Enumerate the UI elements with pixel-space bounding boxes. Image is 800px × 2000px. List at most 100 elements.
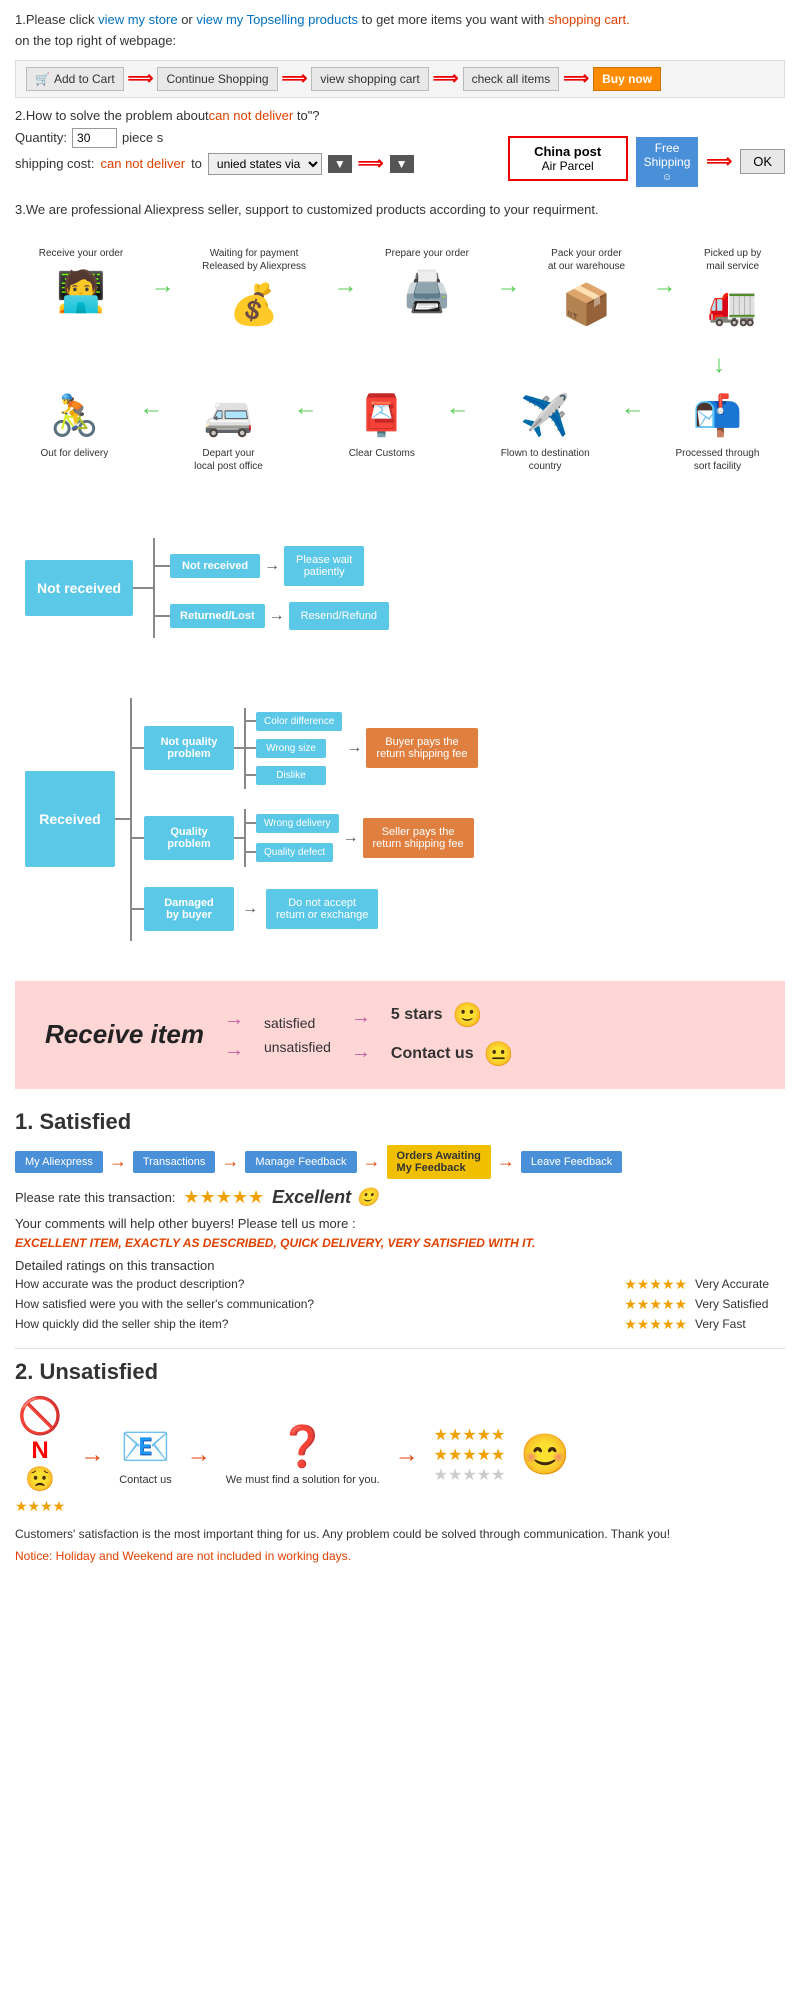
s1-line2: on the top right of webpage: xyxy=(15,31,785,52)
fb-arrow4: → xyxy=(497,1151,515,1172)
section2: 2.How to solve the problem aboutcan not … xyxy=(15,108,785,187)
proc-label-3: Prepare your order xyxy=(385,247,469,260)
divider xyxy=(15,1348,785,1349)
received-chart: Received Not qualityproblem Color differ… xyxy=(15,678,785,961)
proc-sort: 📬 Processed throughsort facility xyxy=(670,379,764,478)
rating-stars-3: ★★★★★ xyxy=(624,1316,687,1333)
proc-icon-3: 🖨️ xyxy=(402,268,452,315)
fb-leave-feedback[interactable]: Leave Feedback xyxy=(521,1151,622,1173)
qty-input[interactable] xyxy=(72,128,117,148)
wrong-delivery: Wrong delivery xyxy=(256,814,339,833)
shipping-select[interactable]: unied states via xyxy=(208,153,322,175)
unsat-arrow3: → xyxy=(395,1441,419,1469)
not-received-sub1: Not received xyxy=(170,554,260,578)
proc-label-7: Depart yourlocal post office xyxy=(194,447,263,473)
rec-b2-sub: Wrong delivery Quality defect xyxy=(244,809,339,867)
proc-receive-order: Receive your order 🧑‍💻 xyxy=(34,242,128,328)
pink-unsatisfied-row: unsatisfied xyxy=(264,1039,331,1055)
result-arrow1: → xyxy=(351,1006,371,1029)
rec-damaged: Damagedby buyer xyxy=(144,887,234,931)
s3-text: 3.We are professional Aliexpress seller,… xyxy=(15,202,785,217)
satisfied-section: 1. Satisfied My Aliexpress → Transaction… xyxy=(15,1109,785,1333)
fb-transactions[interactable]: Transactions xyxy=(133,1151,216,1173)
dropdown-icon[interactable]: ▼ xyxy=(328,155,352,173)
fb-manage-feedback[interactable]: Manage Feedback xyxy=(245,1151,356,1173)
dropdown-icon2[interactable]: ▼ xyxy=(390,155,414,173)
arrow-cell-6: ← xyxy=(294,379,318,422)
no-return: Do not acceptreturn or exchange xyxy=(266,889,378,929)
nr-result2: Resend/Refund xyxy=(289,602,389,630)
proc-icon-2: 💰 xyxy=(229,281,279,328)
stars-row1: ★★★★★ xyxy=(434,1425,506,1445)
link-store[interactable]: view my store xyxy=(98,12,177,27)
excellent-item: EXCELLENT ITEM, EXACTLY AS DESCRIBED, QU… xyxy=(15,1236,785,1250)
arrow-cell-7: ← xyxy=(446,379,470,422)
arrow-cell-8: ← xyxy=(621,379,645,422)
arrow1: ⟹ xyxy=(128,68,154,89)
add-to-cart-btn[interactable]: 🛒 Add to Cart xyxy=(26,67,124,91)
unsatisfied-section: 2. Unsatisfied 🚫 N 😟 ★★★★ → 📧 Contact us… xyxy=(15,1359,785,1563)
free-shipping-box: FreeShipping☺ xyxy=(636,137,699,187)
shipping-row: Quantity: piece s shipping cost: can not… xyxy=(15,123,785,187)
proc-label-10: Processed throughsort facility xyxy=(675,447,759,473)
link-topselling[interactable]: view my Topselling products xyxy=(196,12,358,27)
email-item: 📧 Contact us xyxy=(119,1423,172,1486)
arrow-cell-2: → xyxy=(334,242,358,300)
question-icon: ❓ xyxy=(278,1423,328,1470)
cant-deliver2: can not deliver xyxy=(101,156,186,171)
proc-label-9: Flown to destinationcountry xyxy=(501,447,590,473)
contact-label: Contact us xyxy=(119,1474,172,1486)
continue-shopping-btn[interactable]: Continue Shopping xyxy=(157,67,277,91)
fb-orders-awaiting[interactable]: Orders AwaitingMy Feedback xyxy=(387,1145,491,1179)
rating-desc-3: Very Fast xyxy=(695,1317,785,1331)
email-icon: 📧 xyxy=(121,1423,171,1470)
buyer-pays: Buyer pays thereturn shipping fee xyxy=(366,728,477,768)
nr-h2 xyxy=(155,615,170,617)
unsat-arrow1: → xyxy=(80,1441,104,1469)
process-row1: Receive your order 🧑‍💻 → Waiting for pay… xyxy=(25,242,775,341)
check-items-btn[interactable]: check all items xyxy=(463,67,560,91)
cart-icon: 🛒 xyxy=(35,72,50,86)
buy-now-btn[interactable]: Buy now xyxy=(593,67,661,91)
proc-icon-8: 📮 xyxy=(357,392,407,439)
view-cart-btn[interactable]: view shopping cart xyxy=(311,67,428,91)
quality-defect: Quality defect xyxy=(256,843,333,862)
seller-pays: Seller pays thereturn shipping fee xyxy=(363,818,474,858)
rec-arrow1: → xyxy=(346,739,362,757)
china-post-flow: China post Air Parcel FreeShipping☺ ⟹ OK xyxy=(508,131,785,187)
neutral-emoji: 😐 xyxy=(484,1040,514,1069)
section3: 3.We are professional Aliexpress seller,… xyxy=(15,202,785,217)
cart-flow: 🛒 Add to Cart ⟹ Continue Shopping ⟹ view… xyxy=(15,60,785,98)
notice: Notice: Holiday and Weekend are not incl… xyxy=(15,1549,785,1563)
result-arrow2: → xyxy=(351,1041,371,1064)
rating-label-1: How accurate was the product description… xyxy=(15,1277,616,1291)
fb-arrow1: → xyxy=(109,1151,127,1172)
proc-customs: 📮 Clear Customs xyxy=(344,379,420,465)
rating-row-2: How satisfied were you with the seller's… xyxy=(15,1296,785,1313)
proc-label-4: Pack your orderat our warehouse xyxy=(548,247,625,273)
rec-b1-sub: Color difference Wrong size Dislike xyxy=(244,708,342,789)
proc-icon-9: ✈️ xyxy=(520,392,570,439)
wrong-size: Wrong size xyxy=(256,739,326,758)
s1-post: to get more items you want with xyxy=(362,12,548,27)
down-arrow: ↓ xyxy=(25,351,725,379)
rec-b3: Damagedby buyer → Do not acceptreturn or… xyxy=(132,887,478,931)
feedback-flow: My Aliexpress → Transactions → Manage Fe… xyxy=(15,1145,785,1179)
s1-or: or xyxy=(181,12,196,27)
rate-row: Please rate this transaction: ★★★★★ Exce… xyxy=(15,1187,785,1208)
color-diff: Color difference xyxy=(256,712,342,731)
pink-arrows: → → xyxy=(224,1008,244,1062)
proc-icon-6: 🚴 xyxy=(49,392,99,439)
rec-not-quality: Not qualityproblem xyxy=(144,726,234,770)
not-received-row: Not received Not received → Please waitp… xyxy=(25,538,775,638)
not-received-chart: Not received Not received → Please waitp… xyxy=(15,518,785,658)
pink-flow: satisfied unsatisfied xyxy=(264,1015,331,1055)
rating-stars-1: ★★★★★ xyxy=(624,1276,687,1293)
receive-title: Receive item xyxy=(45,1019,204,1050)
rating-label-2: How satisfied were you with the seller's… xyxy=(15,1297,616,1311)
proc-prepare-order: Prepare your order 🖨️ xyxy=(380,242,474,328)
fb-my-aliexpress[interactable]: My Aliexpress xyxy=(15,1151,103,1173)
rec-quality: Qualityproblem xyxy=(144,816,234,860)
ok-button[interactable]: OK xyxy=(740,149,785,174)
rating-table: Detailed ratings on this transaction How… xyxy=(15,1258,785,1333)
